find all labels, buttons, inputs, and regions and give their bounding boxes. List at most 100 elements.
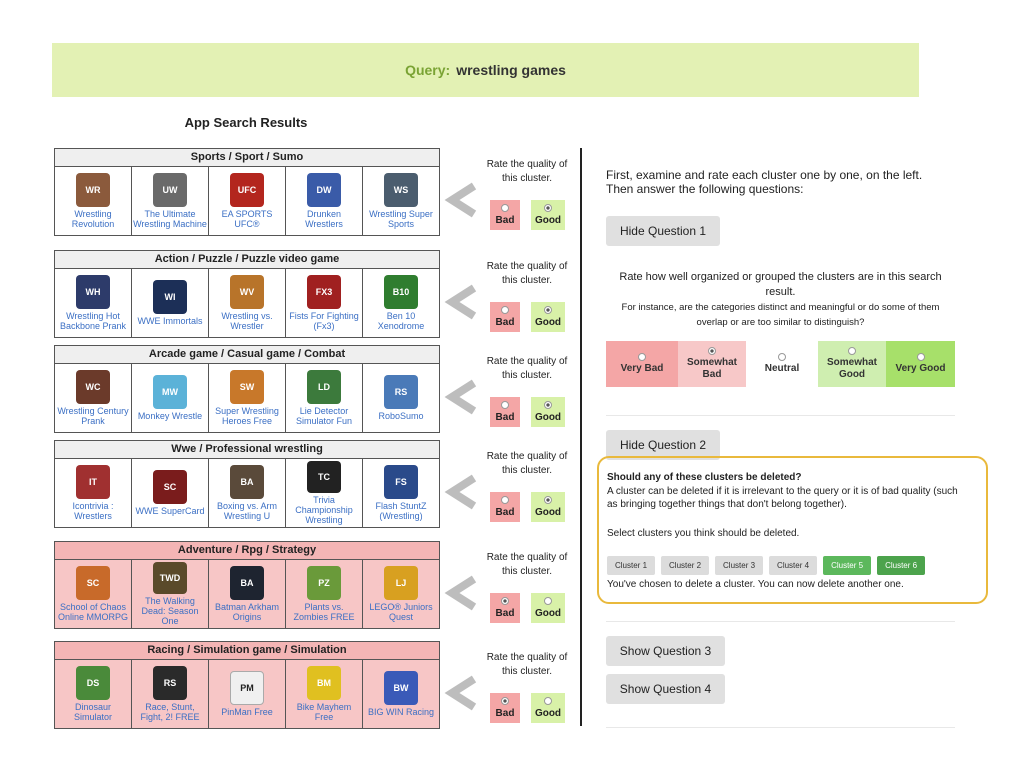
app-icon[interactable]: UFC <box>230 173 264 207</box>
app-link[interactable]: BIG WIN Racing <box>368 707 434 717</box>
app-link[interactable]: Batman Arkham Origins <box>210 602 284 622</box>
rate-good-button[interactable]: Good <box>531 492 565 522</box>
app-link[interactable]: Wrestling vs. Wrestler <box>210 311 284 331</box>
cluster-2-delete-toggle[interactable]: Cluster 2 <box>661 556 710 575</box>
app-tile[interactable]: TWD The Walking Dead: Season One <box>132 560 209 628</box>
rate-good-button[interactable]: Good <box>531 302 565 332</box>
app-icon[interactable]: SC <box>76 566 110 600</box>
app-tile[interactable]: UW The Ultimate Wrestling Machine <box>132 167 209 235</box>
app-icon[interactable]: MW <box>153 375 187 409</box>
app-icon[interactable]: WI <box>153 280 187 314</box>
app-link[interactable]: The Ultimate Wrestling Machine <box>133 209 207 229</box>
app-icon[interactable]: DW <box>307 173 341 207</box>
cluster-5-delete-toggle[interactable]: Cluster 5 <box>823 556 872 575</box>
app-icon[interactable]: LJ <box>384 566 418 600</box>
app-tile[interactable]: MW Monkey Wrestle <box>132 364 209 432</box>
app-tile[interactable]: WC Wrestling Century Prank <box>55 364 132 432</box>
app-link[interactable]: Flash StuntZ (Wrestling) <box>364 501 438 521</box>
app-icon[interactable]: BA <box>230 465 264 499</box>
app-tile[interactable]: WR Wrestling Revolution <box>55 167 132 235</box>
app-link[interactable]: LEGO® Juniors Quest <box>364 602 438 622</box>
app-icon[interactable]: TWD <box>153 562 187 594</box>
app-icon[interactable]: SW <box>230 370 264 404</box>
app-icon[interactable]: LD <box>307 370 341 404</box>
app-link[interactable]: Wrestling Revolution <box>56 209 130 229</box>
rate-bad-button[interactable]: Bad <box>490 492 520 522</box>
app-icon[interactable]: UW <box>153 173 187 207</box>
app-link[interactable]: Wrestling Super Sports <box>364 209 438 229</box>
app-icon[interactable]: IT <box>76 465 110 499</box>
app-tile[interactable]: RS Race, Stunt, Fight, 2! FREE <box>132 660 209 728</box>
app-tile[interactable]: PM PinMan Free <box>209 660 286 728</box>
app-tile[interactable]: SC School of Chaos Online MMORPG <box>55 560 132 628</box>
app-icon[interactable]: WR <box>76 173 110 207</box>
rate-good-button[interactable]: Good <box>531 200 565 230</box>
app-tile[interactable]: WV Wrestling vs. Wrestler <box>209 269 286 337</box>
app-link[interactable]: WWE Immortals <box>138 316 203 326</box>
app-tile[interactable]: DS Dinosaur Simulator <box>55 660 132 728</box>
app-tile[interactable]: BA Boxing vs. Arm Wrestling U <box>209 459 286 527</box>
app-icon[interactable]: B10 <box>384 275 418 309</box>
app-icon[interactable]: FX3 <box>307 275 341 309</box>
app-link[interactable]: School of Chaos Online MMORPG <box>56 602 130 622</box>
app-tile[interactable]: WI WWE Immortals <box>132 269 209 337</box>
app-link[interactable]: Fists For Fighting (Fx3) <box>287 311 361 331</box>
app-tile[interactable]: B10 Ben 10 Xenodrome <box>363 269 439 337</box>
app-tile[interactable]: WS Wrestling Super Sports <box>363 167 439 235</box>
app-link[interactable]: Dinosaur Simulator <box>56 702 130 722</box>
app-link[interactable]: Monkey Wrestle <box>138 411 202 421</box>
app-tile[interactable]: RS RoboSumo <box>363 364 439 432</box>
scale-option[interactable]: Somewhat Bad <box>678 341 746 387</box>
app-tile[interactable]: LD Lie Detector Simulator Fun <box>286 364 363 432</box>
app-link[interactable]: The Walking Dead: Season One <box>133 596 207 626</box>
rate-good-button[interactable]: Good <box>531 693 565 723</box>
app-icon[interactable]: FS <box>384 465 418 499</box>
app-tile[interactable]: BW BIG WIN Racing <box>363 660 439 728</box>
scale-option[interactable]: Neutral <box>746 341 818 387</box>
app-link[interactable]: WWE SuperCard <box>135 506 204 516</box>
app-tile[interactable]: UFC EA SPORTS UFC® <box>209 167 286 235</box>
app-tile[interactable]: FS Flash StuntZ (Wrestling) <box>363 459 439 527</box>
rate-bad-button[interactable]: Bad <box>490 397 520 427</box>
app-tile[interactable]: LJ LEGO® Juniors Quest <box>363 560 439 628</box>
app-icon[interactable]: PM <box>230 671 264 705</box>
app-icon[interactable]: TC <box>307 461 341 493</box>
cluster-6-delete-toggle[interactable]: Cluster 6 <box>877 556 926 575</box>
app-link[interactable]: Wrestling Hot Backbone Prank <box>56 311 130 331</box>
app-link[interactable]: Trivia Championship Wrestling <box>287 495 361 525</box>
app-link[interactable]: Ben 10 Xenodrome <box>364 311 438 331</box>
app-tile[interactable]: DW Drunken Wrestlers <box>286 167 363 235</box>
hide-question-1-button[interactable]: Hide Question 1 <box>606 216 720 246</box>
scale-option[interactable]: Very Good <box>886 341 955 387</box>
app-link[interactable]: Drunken Wrestlers <box>287 209 361 229</box>
app-link[interactable]: PinMan Free <box>221 707 273 717</box>
app-link[interactable]: Super Wrestling Heroes Free <box>210 406 284 426</box>
app-icon[interactable]: WS <box>384 173 418 207</box>
app-icon[interactable]: DS <box>76 666 110 700</box>
scale-option[interactable]: Somewhat Good <box>818 341 886 387</box>
app-tile[interactable]: FX3 Fists For Fighting (Fx3) <box>286 269 363 337</box>
app-icon[interactable]: WH <box>76 275 110 309</box>
rate-bad-button[interactable]: Bad <box>490 302 520 332</box>
app-icon[interactable]: SC <box>153 470 187 504</box>
app-icon[interactable]: RS <box>153 666 187 700</box>
app-tile[interactable]: PZ Plants vs. Zombies FREE <box>286 560 363 628</box>
rate-good-button[interactable]: Good <box>531 397 565 427</box>
rate-good-button[interactable]: Good <box>531 593 565 623</box>
app-icon[interactable]: BW <box>384 671 418 705</box>
app-icon[interactable]: RS <box>384 375 418 409</box>
app-icon[interactable]: BM <box>307 666 341 700</box>
scale-option[interactable]: Very Bad <box>606 341 678 387</box>
app-tile[interactable]: WH Wrestling Hot Backbone Prank <box>55 269 132 337</box>
app-icon[interactable]: WC <box>76 370 110 404</box>
app-icon[interactable]: PZ <box>307 566 341 600</box>
show-question-4-button[interactable]: Show Question 4 <box>606 674 725 704</box>
show-question-3-button[interactable]: Show Question 3 <box>606 636 725 666</box>
app-link[interactable]: EA SPORTS UFC® <box>210 209 284 229</box>
app-tile[interactable]: SW Super Wrestling Heroes Free <box>209 364 286 432</box>
app-link[interactable]: Plants vs. Zombies FREE <box>287 602 361 622</box>
cluster-4-delete-toggle[interactable]: Cluster 4 <box>769 556 818 575</box>
app-tile[interactable]: BA Batman Arkham Origins <box>209 560 286 628</box>
rate-bad-button[interactable]: Bad <box>490 693 520 723</box>
app-icon[interactable]: WV <box>230 275 264 309</box>
